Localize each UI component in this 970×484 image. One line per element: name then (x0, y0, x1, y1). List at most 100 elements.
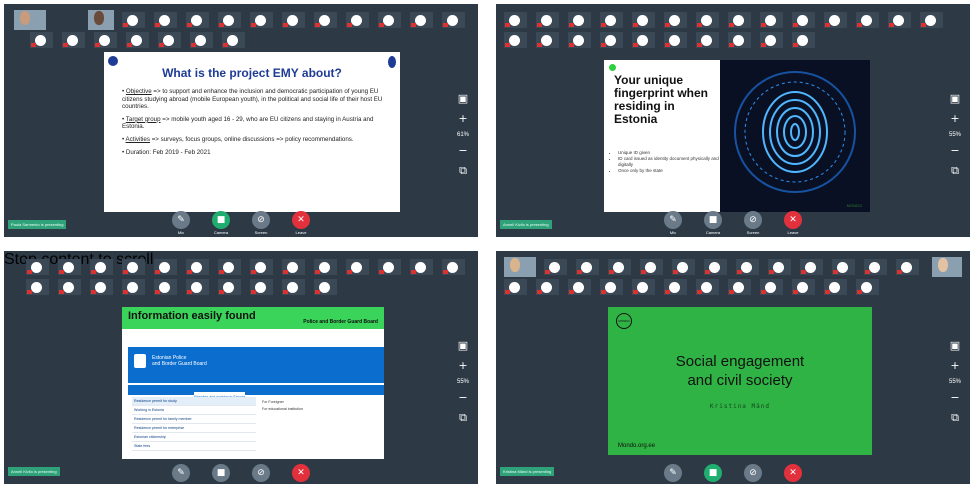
participant-tile[interactable] (62, 32, 85, 48)
zoom-in-button[interactable]: + (455, 359, 471, 373)
participant-tile[interactable] (664, 32, 687, 48)
participant-tile[interactable] (632, 12, 655, 28)
participant-tile[interactable] (346, 12, 369, 28)
menu-item[interactable]: State fees (132, 442, 256, 451)
participant-tile[interactable] (58, 259, 81, 275)
participant-tile[interactable] (864, 259, 887, 275)
participant-tile[interactable] (30, 32, 53, 48)
participant-tile[interactable] (186, 12, 209, 28)
participant-tile[interactable] (800, 259, 823, 275)
popout-icon[interactable]: ⧉ (947, 411, 963, 425)
participant-tile[interactable] (186, 259, 209, 275)
participant-tile[interactable] (632, 32, 655, 48)
participant-tile[interactable] (218, 259, 241, 275)
participant-tile[interactable] (190, 32, 213, 48)
camera-icon[interactable]: ▣ (455, 92, 471, 106)
menu-item[interactable]: Estonian citizenship (132, 433, 256, 442)
participant-tile[interactable] (442, 12, 465, 28)
participant-tile[interactable] (664, 279, 687, 295)
participant-tile[interactable] (410, 259, 433, 275)
nav-item[interactable]: Contact details (339, 392, 363, 402)
participant-tile[interactable] (186, 279, 209, 295)
screen-button[interactable]: ⊘ (740, 464, 766, 482)
zoom-in-button[interactable]: + (947, 359, 963, 373)
participant-tile[interactable] (760, 279, 783, 295)
popout-icon[interactable]: ⧉ (947, 164, 963, 178)
participant-video[interactable] (932, 257, 962, 277)
participant-tile[interactable] (90, 279, 113, 295)
participant-tile[interactable] (768, 259, 791, 275)
participant-tile[interactable] (568, 32, 591, 48)
participant-tile[interactable] (696, 279, 719, 295)
participant-tile[interactable] (856, 279, 879, 295)
screen-button[interactable]: ⊘ (248, 464, 274, 482)
submenu-item[interactable]: For Foreigner (262, 399, 303, 406)
mic-button[interactable]: ✎ Mic (660, 211, 686, 235)
participant-tile[interactable] (760, 12, 783, 28)
mic-button[interactable]: ✎ (168, 464, 194, 482)
participant-tile[interactable] (26, 259, 49, 275)
leave-button[interactable]: ✕ (288, 464, 314, 482)
participant-tile[interactable] (824, 12, 847, 28)
participant-tile[interactable] (640, 259, 663, 275)
participant-tile[interactable] (378, 12, 401, 28)
participant-tile[interactable] (728, 279, 751, 295)
participant-tile[interactable] (222, 32, 245, 48)
participant-tile[interactable] (704, 259, 727, 275)
participant-tile[interactable] (632, 279, 655, 295)
participant-tile[interactable] (218, 12, 241, 28)
participant-tile[interactable] (154, 279, 177, 295)
participant-tile[interactable] (832, 259, 855, 275)
participant-tile[interactable] (250, 279, 273, 295)
leave-button[interactable]: ✕ Leave (780, 211, 806, 235)
participant-tile[interactable] (282, 12, 305, 28)
participant-tile[interactable] (728, 12, 751, 28)
camera-icon[interactable]: ▣ (947, 339, 963, 353)
zoom-in-button[interactable]: + (455, 112, 471, 126)
participant-tile[interactable] (536, 12, 559, 28)
participant-tile[interactable] (314, 279, 337, 295)
menu-item[interactable]: Residence permit for study (132, 397, 256, 406)
participant-tile[interactable] (154, 12, 177, 28)
popout-icon[interactable]: ⧉ (455, 164, 471, 178)
participant-tile[interactable] (378, 259, 401, 275)
participant-tile[interactable] (600, 32, 623, 48)
screen-button[interactable]: ⊘ Screen (248, 211, 274, 235)
camera-button[interactable]: ■ (700, 464, 726, 482)
participant-tile[interactable] (94, 32, 117, 48)
participant-tile[interactable] (760, 32, 783, 48)
participant-video[interactable] (504, 257, 536, 277)
participant-tile[interactable] (664, 12, 687, 28)
participant-tile[interactable] (442, 259, 465, 275)
zoom-out-button[interactable]: − (455, 391, 471, 405)
participant-tile[interactable] (536, 279, 559, 295)
participant-tile[interactable] (58, 279, 81, 295)
participant-video[interactable] (88, 10, 114, 30)
participant-tile[interactable] (158, 32, 181, 48)
participant-tile[interactable] (504, 279, 527, 295)
participant-tile[interactable] (504, 32, 527, 48)
mic-button[interactable]: ✎ (660, 464, 686, 482)
participant-tile[interactable] (824, 279, 847, 295)
participant-tile[interactable] (696, 12, 719, 28)
participant-video[interactable] (14, 10, 46, 30)
participant-tile[interactable] (568, 279, 591, 295)
participant-tile[interactable] (896, 259, 919, 275)
participant-tile[interactable] (314, 12, 337, 28)
camera-button[interactable]: ■ (208, 464, 234, 482)
zoom-in-button[interactable]: + (947, 112, 963, 126)
participant-tile[interactable] (672, 259, 695, 275)
participant-tile[interactable] (122, 259, 145, 275)
participant-tile[interactable] (888, 12, 911, 28)
participant-tile[interactable] (26, 279, 49, 295)
participant-tile[interactable] (314, 259, 337, 275)
zoom-out-button[interactable]: − (455, 144, 471, 158)
popout-icon[interactable]: ⧉ (455, 411, 471, 425)
leave-button[interactable]: ✕ Leave (288, 211, 314, 235)
participant-tile[interactable] (536, 32, 559, 48)
camera-icon[interactable]: ▣ (947, 92, 963, 106)
participant-tile[interactable] (218, 279, 241, 295)
participant-tile[interactable] (792, 279, 815, 295)
participant-tile[interactable] (282, 279, 305, 295)
leave-button[interactable]: ✕ (780, 464, 806, 482)
